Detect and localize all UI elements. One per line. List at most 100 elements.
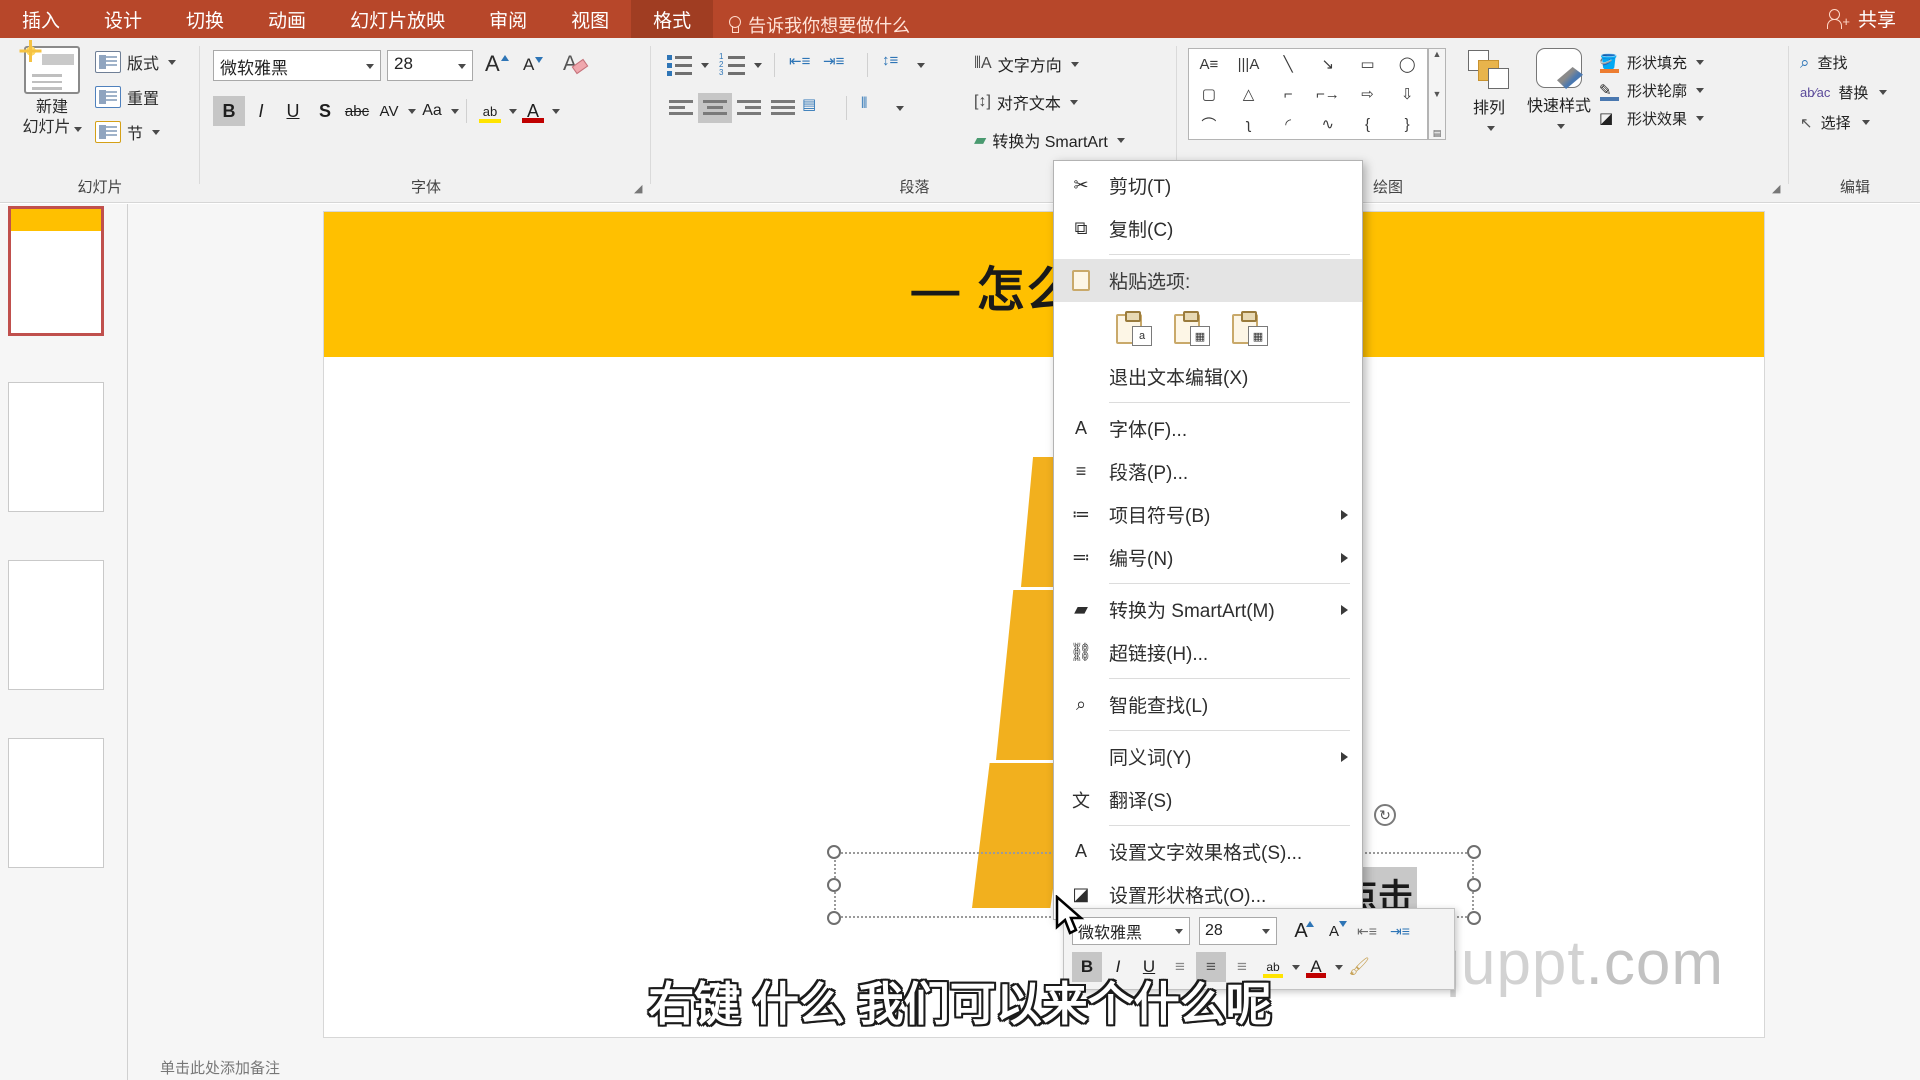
tab-view[interactable]: 视图 xyxy=(549,0,631,38)
mini-increase-indent-button[interactable]: ⇥≡ xyxy=(1385,916,1415,946)
shape-cell-8[interactable]: ⌐ xyxy=(1268,79,1308,109)
menu-item-6[interactable]: ≔ 项目符号(B) xyxy=(1054,493,1362,536)
tab-transitions[interactable]: 切换 xyxy=(164,0,246,38)
chevron-down-icon[interactable] xyxy=(451,108,459,114)
layout-button[interactable]: 版式 xyxy=(95,50,177,74)
menu-item-7[interactable]: ≕ 编号(N) xyxy=(1054,536,1362,579)
shape-cell-14[interactable]: ◜ xyxy=(1268,109,1308,139)
replace-button[interactable]: ab⁄ac 替换 xyxy=(1800,82,1888,103)
chevron-down-icon[interactable] xyxy=(408,108,416,114)
slide-thumbnail-1[interactable] xyxy=(8,206,104,336)
shape-effects-button[interactable]: ◪ 形状效果 xyxy=(1599,108,1705,129)
shape-cell-7[interactable]: △ xyxy=(1229,79,1269,109)
shapes-gallery-scrollbar[interactable]: ▲ ▼ ▤ xyxy=(1428,48,1446,140)
menu-item-4[interactable]: A 字体(F)... xyxy=(1054,407,1362,450)
align-left-button[interactable] xyxy=(664,93,698,123)
shapes-gallery[interactable]: A≡ |||A ╲ ↘ ▭ ◯ ▢ △ ⌐ ⌐→ ⇨ ⇩ ⌒ ʅ ◜ ∿{} xyxy=(1188,48,1428,140)
line-spacing-button[interactable]: ↕≡ xyxy=(880,50,914,80)
context-menu[interactable]: ✂ 剪切(T) ⧉ 复制(C) 粘贴选项: a ▦ ▦ 退出文本编辑(X) A 字体(F)... ≡ 段… xyxy=(1053,160,1363,920)
scroll-up-icon[interactable]: ▲ xyxy=(1433,49,1442,59)
change-case-button[interactable]: Aa xyxy=(416,96,448,126)
font-size-combobox[interactable]: 28 xyxy=(387,50,473,81)
font-color-button[interactable]: A xyxy=(517,96,549,126)
align-right-button[interactable] xyxy=(732,93,766,123)
menu-item-1[interactable]: ⧉ 复制(C) xyxy=(1054,207,1362,250)
tab-review[interactable]: 审阅 xyxy=(467,0,549,38)
chevron-down-icon[interactable] xyxy=(552,108,560,114)
tab-format[interactable]: 格式 xyxy=(631,0,714,38)
reset-button[interactable]: 重置 xyxy=(95,85,159,109)
increase-font-size-button[interactable]: A xyxy=(485,51,509,77)
resize-handle-tl[interactable] xyxy=(827,845,841,859)
slide-thumbnail-2[interactable] xyxy=(8,382,104,512)
font-dialog-launcher[interactable]: ◢ xyxy=(634,184,645,195)
quick-styles-button[interactable]: 快速样式 xyxy=(1526,48,1592,134)
select-button[interactable]: ↖ 选择 xyxy=(1800,112,1887,133)
shape-cell-12[interactable]: ⌒ xyxy=(1189,109,1229,139)
find-button[interactable]: ⌕ 查找 xyxy=(1800,52,1887,73)
section-button[interactable]: 节 xyxy=(95,120,161,144)
distribute-button[interactable]: ▤ xyxy=(800,93,834,123)
justify-button[interactable] xyxy=(766,93,800,123)
shape-cell-10[interactable]: ⇨ xyxy=(1348,79,1388,109)
increase-indent-button[interactable]: ⇥≡ xyxy=(821,50,855,80)
shape-cell-2[interactable]: ╲ xyxy=(1268,49,1308,79)
shape-cell-16[interactable]: { xyxy=(1348,109,1388,139)
tab-animations[interactable]: 动画 xyxy=(246,0,328,38)
font-name-combobox[interactable]: 微软雅黑 xyxy=(213,50,381,81)
menu-item-11[interactable]: 同义词(Y) xyxy=(1054,735,1362,778)
menu-item-8[interactable]: ▰ 转换为 SmartArt(M) xyxy=(1054,588,1362,631)
menu-item-5[interactable]: ≡ 段落(P)... xyxy=(1054,450,1362,493)
tab-design[interactable]: 设计 xyxy=(82,0,164,38)
rotate-handle[interactable]: ↻ xyxy=(1374,804,1396,826)
menu-item-12[interactable]: 文翻译(S) xyxy=(1054,778,1362,821)
scroll-more-icon[interactable]: ▤ xyxy=(1433,128,1442,139)
shape-cell-0[interactable]: A≡ xyxy=(1189,49,1229,79)
paste-option-keep-source-formatting[interactable]: a xyxy=(1116,311,1152,346)
chevron-down-icon[interactable] xyxy=(917,62,925,68)
arrange-button[interactable]: 排列 xyxy=(1458,50,1520,136)
shape-cell-5[interactable]: ◯ xyxy=(1387,49,1427,79)
slide-thumbnail-4[interactable] xyxy=(8,738,104,868)
chevron-down-icon[interactable] xyxy=(701,62,709,68)
shape-cell-9[interactable]: ⌐→ xyxy=(1308,79,1348,109)
numbering-button[interactable]: 1 2 3 xyxy=(717,50,751,80)
new-slide-button[interactable]: 新建 幻灯片 xyxy=(12,40,92,138)
menu-item-3[interactable]: 退出文本编辑(X) xyxy=(1054,355,1362,398)
align-center-button[interactable] xyxy=(698,93,732,123)
bullets-button[interactable] xyxy=(664,50,698,80)
text-highlight-button[interactable]: ab xyxy=(474,96,506,126)
mini-font-size-combobox[interactable]: 28 xyxy=(1199,917,1277,945)
italic-button[interactable]: I xyxy=(245,96,277,126)
tell-me-box[interactable]: 告诉我你想要做什么 xyxy=(713,12,910,38)
scroll-down-icon[interactable]: ▼ xyxy=(1433,89,1442,99)
text-direction-button[interactable]: ⦀A 文字方向 xyxy=(974,52,1079,76)
shape-cell-13[interactable]: ʅ xyxy=(1229,109,1269,139)
tab-slideshow[interactable]: 幻灯片放映 xyxy=(328,0,467,38)
underline-button[interactable]: U xyxy=(277,96,309,126)
shape-cell-17[interactable]: } xyxy=(1387,109,1427,139)
menu-item-10[interactable]: ⌕ 智能查找(L) xyxy=(1054,683,1362,726)
mini-font-name-combobox[interactable]: 微软雅黑 xyxy=(1072,917,1190,945)
chevron-down-icon[interactable] xyxy=(754,62,762,68)
resize-handle-ml[interactable] xyxy=(827,878,841,892)
tab-insert[interactable]: 插入 xyxy=(0,0,82,38)
columns-button[interactable]: ⫴ xyxy=(859,93,893,123)
character-spacing-button[interactable]: AV xyxy=(373,96,405,126)
resize-handle-bl[interactable] xyxy=(827,911,841,925)
decrease-font-size-button[interactable]: A xyxy=(523,55,544,75)
paste-option-use-destination-theme[interactable]: ▦ xyxy=(1174,311,1210,346)
mini-increase-font-button[interactable]: A xyxy=(1286,916,1316,946)
resize-handle-mr[interactable] xyxy=(1467,878,1481,892)
resize-handle-tr[interactable] xyxy=(1467,845,1481,859)
chevron-down-icon[interactable] xyxy=(509,108,517,114)
text-shadow-button[interactable]: S xyxy=(309,96,341,126)
shape-fill-button[interactable]: 🪣 形状填充 xyxy=(1599,52,1705,73)
mini-decrease-font-button[interactable]: A xyxy=(1319,916,1349,946)
shape-styles-dialog-launcher[interactable]: ◢ xyxy=(1772,184,1783,195)
shape-outline-button[interactable]: ✎ 形状轮廓 xyxy=(1599,80,1705,101)
shape-cell-3[interactable]: ↘ xyxy=(1308,49,1348,79)
menu-item-13[interactable]: A 设置文字效果格式(S)... xyxy=(1054,830,1362,873)
slide-thumbnail-pane[interactable] xyxy=(0,204,128,1080)
share-button[interactable]: + 共享 xyxy=(1826,5,1896,32)
